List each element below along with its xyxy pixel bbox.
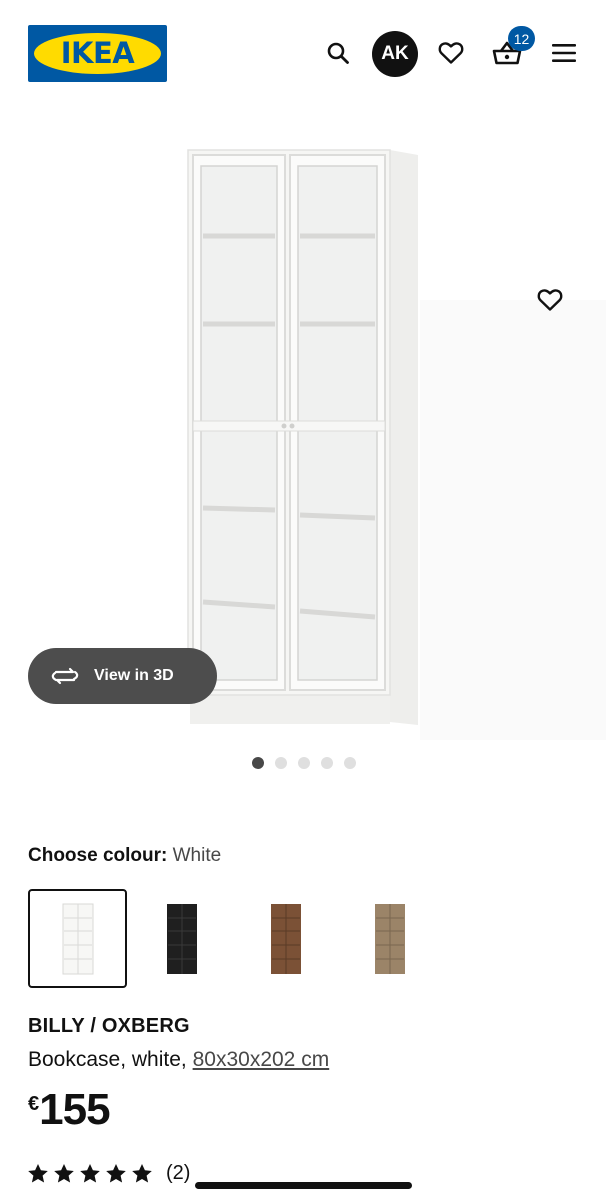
product-dimensions-link[interactable]: 80x30x202 cm xyxy=(193,1048,330,1071)
colour-label: Choose colour: xyxy=(28,845,168,866)
bookcase-white-thumbnail xyxy=(62,903,93,974)
gallery-dot[interactable] xyxy=(275,757,287,769)
product-name: BILLY / OXBERG xyxy=(28,1015,190,1037)
menu-button[interactable] xyxy=(541,30,587,76)
product-description-row: Bookcase, white, 80x30x202 cm xyxy=(28,1048,329,1072)
colour-swatches xyxy=(28,889,444,988)
menu-icon xyxy=(552,44,576,62)
swatch-oak[interactable] xyxy=(340,889,439,988)
star-icon xyxy=(132,1164,152,1183)
cart-count-badge: 12 xyxy=(508,26,535,51)
gallery-dot[interactable] xyxy=(298,757,310,769)
star-icon xyxy=(80,1164,100,1183)
gallery-dot[interactable] xyxy=(252,757,264,769)
colour-label-row: Choose colour: White xyxy=(28,845,221,867)
heart-icon xyxy=(537,289,563,311)
account-avatar[interactable]: AK xyxy=(372,31,418,77)
gallery-pagination xyxy=(252,757,356,769)
search-button[interactable] xyxy=(315,30,361,76)
view-in-3d-label: View in 3D xyxy=(94,667,174,684)
gallery-dot[interactable] xyxy=(321,757,333,769)
star-icon xyxy=(106,1164,126,1183)
star-icon xyxy=(54,1164,74,1183)
save-to-favourites-button[interactable] xyxy=(530,280,570,320)
product-price: €155 xyxy=(28,1085,111,1135)
product-description: Bookcase, white, xyxy=(28,1048,187,1071)
swatch-black[interactable] xyxy=(132,889,231,988)
heart-icon xyxy=(438,42,464,64)
colour-selected-value: White xyxy=(172,845,222,866)
product-rating[interactable]: (2) xyxy=(28,1162,190,1185)
search-icon xyxy=(327,42,349,64)
home-indicator[interactable] xyxy=(195,1182,412,1189)
favourites-button[interactable] xyxy=(428,30,474,76)
bookcase-oak-thumbnail xyxy=(374,903,405,974)
swatch-white[interactable] xyxy=(28,889,127,988)
price-amount: 155 xyxy=(39,1085,110,1134)
view-in-3d-button[interactable]: View in 3D xyxy=(28,648,217,704)
swatch-brown[interactable] xyxy=(236,889,335,988)
logo-text: IKEA xyxy=(60,36,135,70)
ikea-logo[interactable]: IKEA xyxy=(28,25,167,82)
star-icon xyxy=(28,1164,48,1183)
rotate-3d-icon xyxy=(51,667,79,685)
price-currency: € xyxy=(28,1093,40,1115)
review-count: (2) xyxy=(166,1162,191,1184)
bookcase-black-thumbnail xyxy=(166,903,197,974)
gallery-dot[interactable] xyxy=(344,757,356,769)
bookcase-brown-thumbnail xyxy=(270,903,301,974)
top-header: IKEA AK 12 xyxy=(0,0,606,100)
